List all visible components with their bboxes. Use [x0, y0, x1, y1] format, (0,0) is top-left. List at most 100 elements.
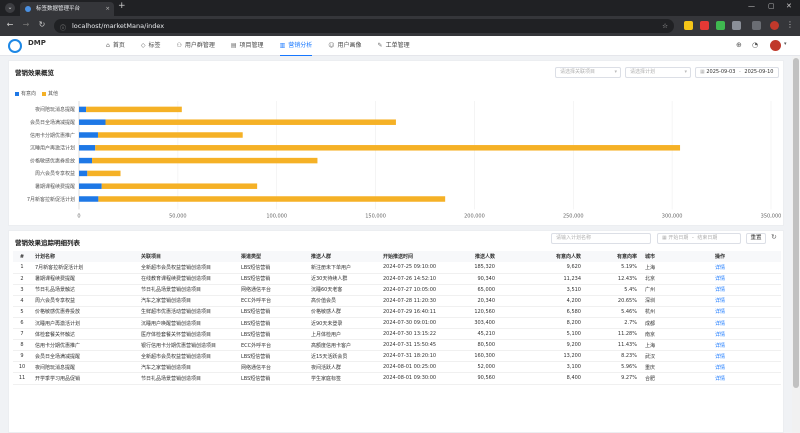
table-cell: 5.46%: [585, 306, 641, 318]
table-cell: 重庆: [641, 361, 711, 374]
detail-link[interactable]: 详情: [711, 317, 781, 330]
minimize-icon[interactable]: —: [748, 2, 755, 10]
detail-link[interactable]: 详情: [711, 339, 781, 352]
table-cell: 近90天未登录: [307, 317, 379, 330]
page-scrollbar[interactable]: [792, 56, 800, 433]
detail-link[interactable]: 详情: [711, 284, 781, 296]
sidebar-icon[interactable]: [752, 21, 761, 30]
column-header: 渠道类型: [237, 251, 307, 262]
detail-link[interactable]: 详情: [711, 328, 781, 341]
detail-link[interactable]: 详情: [711, 273, 781, 285]
table-cell: 高价值会员: [307, 295, 379, 307]
table-cell: 2024-07-25 09:10:00: [379, 262, 449, 274]
legend-item[interactable]: 有意向: [15, 90, 36, 97]
table-cell: 7: [13, 328, 31, 341]
profile-avatar[interactable]: [770, 21, 779, 30]
forward-icon[interactable]: →: [20, 20, 32, 29]
detail-link[interactable]: 详情: [711, 361, 781, 374]
table-cell: 近30天待续人群: [307, 273, 379, 285]
table-cell: 12.43%: [585, 273, 641, 285]
table-row: 9 会员日全场满减提醒 全新超市会员权益营销创造项目 LBS短信营销 近15天活跃会员 2…: [13, 350, 781, 363]
plan-select[interactable]: 请选择计划 ▾: [625, 67, 691, 78]
nav-item-user-groups[interactable]: ⚇ 用户群管理: [176, 36, 214, 56]
table-cell: 深圳: [641, 295, 711, 307]
detail-link[interactable]: 详情: [711, 295, 781, 307]
table-cell: 沉睡60天老客: [307, 284, 379, 296]
x-tick-label: 250,000: [563, 213, 584, 219]
user-icon: ☺: [328, 42, 335, 49]
detail-link[interactable]: 详情: [711, 262, 781, 274]
chevron-down-icon[interactable]: ▾: [784, 41, 787, 47]
extensions-puzzle-icon[interactable]: [732, 21, 741, 30]
overview-title: 营销效果概览: [15, 69, 54, 77]
table-cell: 120,560: [449, 306, 499, 318]
nav-item-home[interactable]: ⌂ 首页: [106, 36, 125, 56]
nav-item-tickets[interactable]: ✎ 工单管理: [378, 36, 410, 56]
site-info-icon[interactable]: ⓘ: [60, 22, 66, 36]
browser-tab[interactable]: 标签数据管理平台 ×: [20, 2, 114, 16]
bar-segment: [98, 196, 446, 202]
browser-menu-icon[interactable]: ⋮: [784, 20, 796, 29]
new-tab-icon[interactable]: +: [118, 1, 126, 11]
column-header: 城市: [641, 251, 711, 262]
legend-item[interactable]: 其他: [42, 90, 58, 97]
folder-icon: ▤: [230, 42, 237, 49]
bookmark-star-icon[interactable]: ☆: [662, 19, 668, 33]
bell-icon[interactable]: ◔: [752, 41, 758, 49]
scrollbar-thumb[interactable]: [793, 58, 799, 388]
nav-item-marketing-analysis[interactable]: ▥ 营销分析: [279, 36, 312, 56]
close-window-icon[interactable]: ✕: [786, 2, 792, 10]
table-cell: 开学季学习用品促销: [31, 372, 137, 385]
table-date-range-picker[interactable]: ▦ 开始日期 - 结束日期: [657, 233, 741, 244]
table-cell: 2024-08-01 09:30:00: [379, 372, 449, 385]
project-select[interactable]: 请选择关联项目 ▾: [555, 67, 621, 78]
overview-card: 营销效果概览 请选择关联项目 ▾ 请选择计划 ▾ ▦ 2025-09-03 - …: [8, 60, 784, 226]
url-field[interactable]: ⓘ localhost/marketMana/index ☆: [54, 19, 674, 33]
table-cell: LBS短信营销: [237, 350, 307, 363]
wrench-icon: ✎: [377, 42, 383, 49]
table-cell: 全新超市会员权益营销创造项目: [137, 262, 237, 274]
table-cell: 9,200: [499, 339, 585, 352]
table-cell: 11.28%: [585, 328, 641, 341]
table-cell: 汽车之家营销创造项目: [137, 295, 237, 307]
table-cell: 2024-07-30 09:01:00: [379, 317, 449, 330]
legend-swatch: [42, 91, 47, 96]
table-cell: 南京: [641, 328, 711, 341]
extension-icon[interactable]: [684, 21, 693, 30]
logo-text: DMP: [28, 39, 46, 47]
bar-segment: [79, 106, 87, 113]
table-cell: 节日礼品场景营销创造项目: [137, 372, 237, 385]
table-cell: 杭州: [641, 306, 711, 318]
date-range-picker[interactable]: ▦ 2025-09-03 - 2025-09-10: [695, 67, 779, 78]
detail-link[interactable]: 详情: [711, 372, 781, 385]
bar-segment: [86, 106, 182, 113]
extension-icon[interactable]: [700, 21, 709, 30]
table-cell: 8.23%: [585, 350, 641, 363]
reload-icon[interactable]: ↻: [36, 20, 48, 29]
maximize-icon[interactable]: ▢: [768, 2, 775, 10]
detail-link[interactable]: 详情: [711, 350, 781, 363]
table-cell: 2024-08-01 00:25:00: [379, 361, 449, 374]
table-date-start: 开始日期: [668, 235, 689, 241]
table-cell: 5,100: [499, 328, 585, 341]
globe-icon[interactable]: ⊕: [736, 41, 742, 49]
shield-extension-icon[interactable]: [716, 21, 725, 30]
chevron-down-icon: ▾: [684, 69, 687, 75]
back-icon[interactable]: ←: [4, 20, 16, 29]
table-cell: 5.4%: [585, 284, 641, 296]
tab-search-icon[interactable]: ⌄: [5, 3, 15, 13]
plan-search-input[interactable]: 请输入计划名称: [551, 233, 651, 244]
nav-item-projects[interactable]: ▤ 项目管理: [231, 36, 264, 56]
refresh-icon[interactable]: ↻: [771, 233, 777, 241]
table-cell: 52,000: [449, 361, 499, 374]
table-header-row: # 计划名称 关联项目 渠道类型 推送人群 开始推送时间 推送人数 有意向人数 …: [13, 251, 781, 262]
table-cell: 9: [13, 350, 31, 363]
users-icon: ⚇: [176, 42, 182, 49]
nav-item-user-profile[interactable]: ☺ 用户画像: [328, 36, 361, 56]
x-tick-label: 150,000: [365, 213, 386, 219]
reset-button[interactable]: 重置: [746, 233, 766, 244]
tab-close-icon[interactable]: ×: [105, 2, 110, 16]
nav-item-tags[interactable]: ◇ 标签: [141, 36, 161, 56]
avatar[interactable]: [770, 40, 781, 51]
detail-link[interactable]: 详情: [711, 306, 781, 318]
